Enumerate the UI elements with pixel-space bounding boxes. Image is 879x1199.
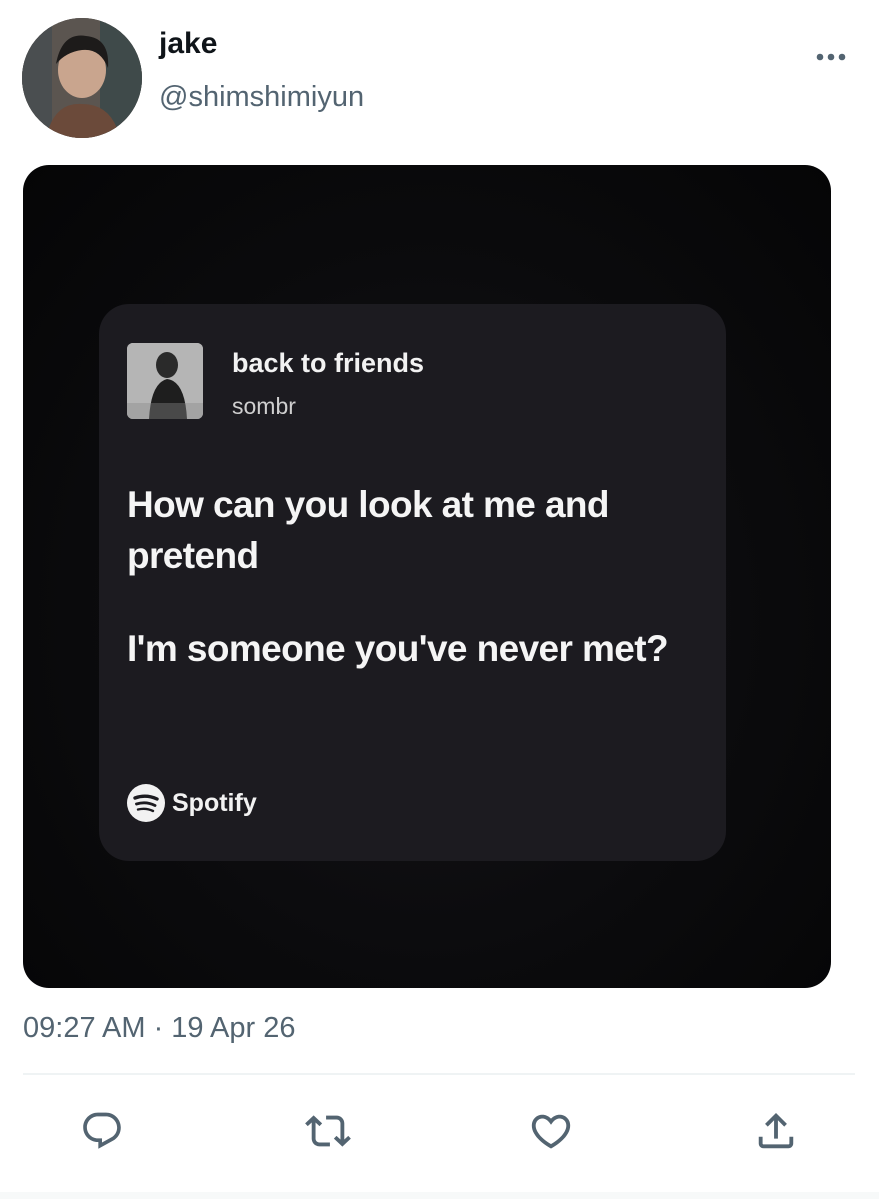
reply-icon [83, 1112, 121, 1149]
album-art-photo [127, 343, 203, 419]
heart-icon [531, 1114, 571, 1149]
more-horizontal-icon [816, 53, 846, 61]
avatar-photo [22, 18, 142, 138]
tweet-media-image[interactable]: back to friends sombr How can you look a… [23, 165, 831, 988]
spotify-wordmark: Spotify [172, 788, 257, 817]
retweet-button[interactable] [301, 1104, 355, 1158]
song-artist: sombr [232, 393, 296, 419]
reply-button[interactable] [75, 1104, 129, 1158]
bottom-edge [0, 1192, 879, 1199]
song-title: back to friends [232, 348, 425, 378]
more-options-button[interactable] [810, 40, 852, 74]
display-name[interactable]: jake [159, 27, 217, 61]
share-button[interactable] [749, 1104, 803, 1158]
spotify-logo: Spotify [126, 783, 257, 823]
lyric-line: How can you look at me and pretend [127, 484, 610, 576]
tweet-timestamp[interactable]: 09:27 AM · 19 Apr 26 [23, 1012, 295, 1045]
avatar[interactable] [22, 18, 142, 138]
tweet-detail: jake @shimshimiyun back to friends sombr… [0, 0, 879, 1199]
like-button[interactable] [524, 1104, 578, 1158]
retweet-icon [305, 1115, 351, 1147]
user-handle[interactable]: @shimshimiyun [159, 81, 364, 114]
divider [23, 1073, 855, 1075]
share-icon [758, 1112, 794, 1149]
lyric-line: I'm someone you've never met? [127, 628, 669, 669]
album-art [127, 343, 203, 419]
spotify-icon [127, 784, 165, 822]
lyric-card: back to friends sombr How can you look a… [99, 304, 726, 861]
